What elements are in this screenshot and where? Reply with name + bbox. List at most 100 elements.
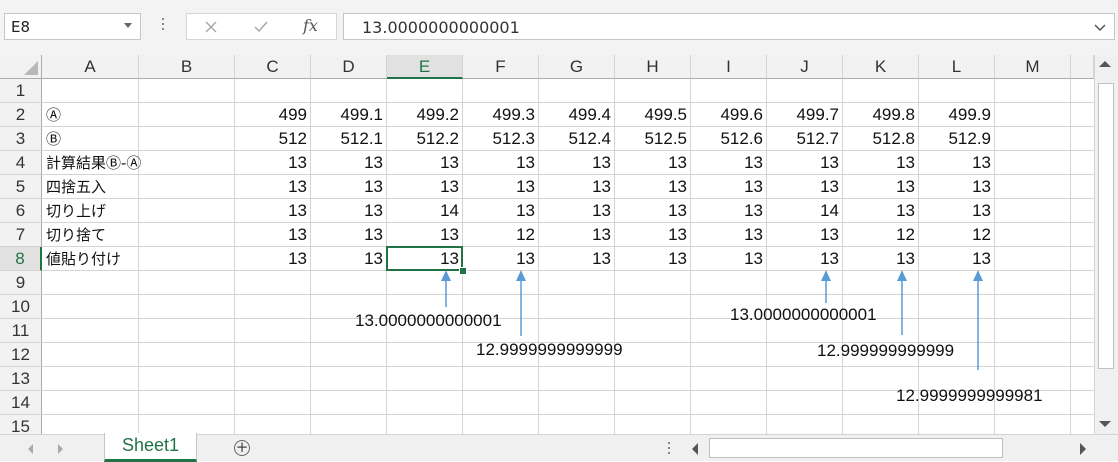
cell-j4[interactable]: 13 bbox=[767, 151, 843, 175]
cell-j6[interactable]: 14 bbox=[767, 199, 843, 223]
cell-c4[interactable]: 13 bbox=[235, 151, 311, 175]
cell-f6[interactable]: 13 bbox=[463, 199, 539, 223]
column-header-f[interactable]: F bbox=[463, 55, 539, 79]
cell-g2[interactable]: 499.4 bbox=[539, 103, 615, 127]
close-icon[interactable] bbox=[204, 20, 218, 34]
row-header-1[interactable]: 1 bbox=[0, 79, 42, 103]
sheet-nav-left-icon[interactable] bbox=[28, 444, 33, 454]
cell-i5[interactable]: 13 bbox=[691, 175, 767, 199]
cell-a8[interactable]: 値貼り付け bbox=[42, 247, 139, 271]
cell-f5[interactable]: 13 bbox=[463, 175, 539, 199]
cell-j3[interactable]: 512.7 bbox=[767, 127, 843, 151]
cell-a3[interactable]: Ⓑ bbox=[42, 127, 139, 151]
cell-l8[interactable]: 13 bbox=[919, 247, 995, 271]
column-header-e[interactable]: E bbox=[387, 55, 463, 79]
cell-h3[interactable]: 512.5 bbox=[615, 127, 691, 151]
check-icon[interactable] bbox=[253, 20, 269, 34]
select-all-button[interactable] bbox=[0, 55, 42, 79]
cell-d7[interactable]: 13 bbox=[311, 223, 387, 247]
cell-c5[interactable]: 13 bbox=[235, 175, 311, 199]
name-box[interactable]: E8 bbox=[4, 13, 141, 40]
cell-e7[interactable]: 13 bbox=[387, 223, 463, 247]
cell-i3[interactable]: 512.6 bbox=[691, 127, 767, 151]
cell-d6[interactable]: 13 bbox=[311, 199, 387, 223]
row-header-12[interactable]: 12 bbox=[0, 343, 42, 367]
drag-handle-icon[interactable] bbox=[160, 15, 166, 37]
cell-g3[interactable]: 512.4 bbox=[539, 127, 615, 151]
cell-c2[interactable]: 499 bbox=[235, 103, 311, 127]
cell-l4[interactable]: 13 bbox=[919, 151, 995, 175]
vertical-scrollbar[interactable] bbox=[1094, 55, 1118, 434]
cell-d8[interactable]: 13 bbox=[311, 247, 387, 271]
row-header-8[interactable]: 8 bbox=[0, 247, 42, 271]
cell-h5[interactable]: 13 bbox=[615, 175, 691, 199]
chevron-down-icon[interactable] bbox=[124, 23, 132, 28]
cell-g8[interactable]: 13 bbox=[539, 247, 615, 271]
cell-e2[interactable]: 499.2 bbox=[387, 103, 463, 127]
cell-f7[interactable]: 12 bbox=[463, 223, 539, 247]
row-header-14[interactable]: 14 bbox=[0, 391, 42, 415]
cell-k4[interactable]: 13 bbox=[843, 151, 919, 175]
cell-d3[interactable]: 512.1 bbox=[311, 127, 387, 151]
cell-k5[interactable]: 13 bbox=[843, 175, 919, 199]
cell-g7[interactable]: 13 bbox=[539, 223, 615, 247]
row-header-2[interactable]: 2 bbox=[0, 103, 42, 127]
cell-j5[interactable]: 13 bbox=[767, 175, 843, 199]
cell-h7[interactable]: 13 bbox=[615, 223, 691, 247]
column-header-d[interactable]: D bbox=[311, 55, 387, 79]
cell-a7[interactable]: 切り捨て bbox=[42, 223, 139, 247]
drag-handle-icon[interactable] bbox=[668, 442, 670, 457]
cell-a6[interactable]: 切り上げ bbox=[42, 199, 139, 223]
cell-e3[interactable]: 512.2 bbox=[387, 127, 463, 151]
column-header-b[interactable]: B bbox=[139, 55, 235, 79]
row-header-6[interactable]: 6 bbox=[0, 199, 42, 223]
cell-g4[interactable]: 13 bbox=[539, 151, 615, 175]
cell-l5[interactable]: 13 bbox=[919, 175, 995, 199]
row-header-4[interactable]: 4 bbox=[0, 151, 42, 175]
cell-i7[interactable]: 13 bbox=[691, 223, 767, 247]
cell-f8[interactable]: 13 bbox=[463, 247, 539, 271]
cell-k6[interactable]: 13 bbox=[843, 199, 919, 223]
scroll-right-icon[interactable] bbox=[1080, 443, 1086, 455]
cell-j7[interactable]: 13 bbox=[767, 223, 843, 247]
scroll-thumb[interactable] bbox=[1098, 83, 1114, 369]
cell-i4[interactable]: 13 bbox=[691, 151, 767, 175]
column-header-k[interactable]: K bbox=[843, 55, 919, 79]
cell-c8[interactable]: 13 bbox=[235, 247, 311, 271]
plus-circle-icon[interactable]: + bbox=[234, 440, 250, 456]
cell-i2[interactable]: 499.6 bbox=[691, 103, 767, 127]
fill-handle[interactable] bbox=[459, 267, 467, 275]
formula-input[interactable]: 13.0000000000001 bbox=[343, 13, 1115, 40]
cell-d2[interactable]: 499.1 bbox=[311, 103, 387, 127]
scroll-down-icon[interactable] bbox=[1099, 421, 1111, 427]
sheet-nav-right-icon[interactable] bbox=[58, 444, 63, 454]
cell-f4[interactable]: 13 bbox=[463, 151, 539, 175]
cell-d4[interactable]: 13 bbox=[311, 151, 387, 175]
column-header-j[interactable]: J bbox=[767, 55, 843, 79]
cell-g6[interactable]: 13 bbox=[539, 199, 615, 223]
cell-d5[interactable]: 13 bbox=[311, 175, 387, 199]
cell-e4[interactable]: 13 bbox=[387, 151, 463, 175]
column-header-c[interactable]: C bbox=[235, 55, 311, 79]
cell-l3[interactable]: 512.9 bbox=[919, 127, 995, 151]
cell-i8[interactable]: 13 bbox=[691, 247, 767, 271]
row-header-11[interactable]: 11 bbox=[0, 319, 42, 343]
cell-i6[interactable]: 13 bbox=[691, 199, 767, 223]
cell-c6[interactable]: 13 bbox=[235, 199, 311, 223]
row-header-10[interactable]: 10 bbox=[0, 295, 42, 319]
column-header-m[interactable]: M bbox=[995, 55, 1071, 79]
cell-e6[interactable]: 14 bbox=[387, 199, 463, 223]
cell-f2[interactable]: 499.3 bbox=[463, 103, 539, 127]
cell-h4[interactable]: 13 bbox=[615, 151, 691, 175]
cell-c7[interactable]: 13 bbox=[235, 223, 311, 247]
column-header-g[interactable]: G bbox=[539, 55, 615, 79]
cell-l7[interactable]: 12 bbox=[919, 223, 995, 247]
cell-f3[interactable]: 512.3 bbox=[463, 127, 539, 151]
cell-k2[interactable]: 499.8 bbox=[843, 103, 919, 127]
row-header-13[interactable]: 13 bbox=[0, 367, 42, 391]
cell-l6[interactable]: 13 bbox=[919, 199, 995, 223]
cell-e5[interactable]: 13 bbox=[387, 175, 463, 199]
row-header-7[interactable]: 7 bbox=[0, 223, 42, 247]
row-header-3[interactable]: 3 bbox=[0, 127, 42, 151]
cell-h2[interactable]: 499.5 bbox=[615, 103, 691, 127]
